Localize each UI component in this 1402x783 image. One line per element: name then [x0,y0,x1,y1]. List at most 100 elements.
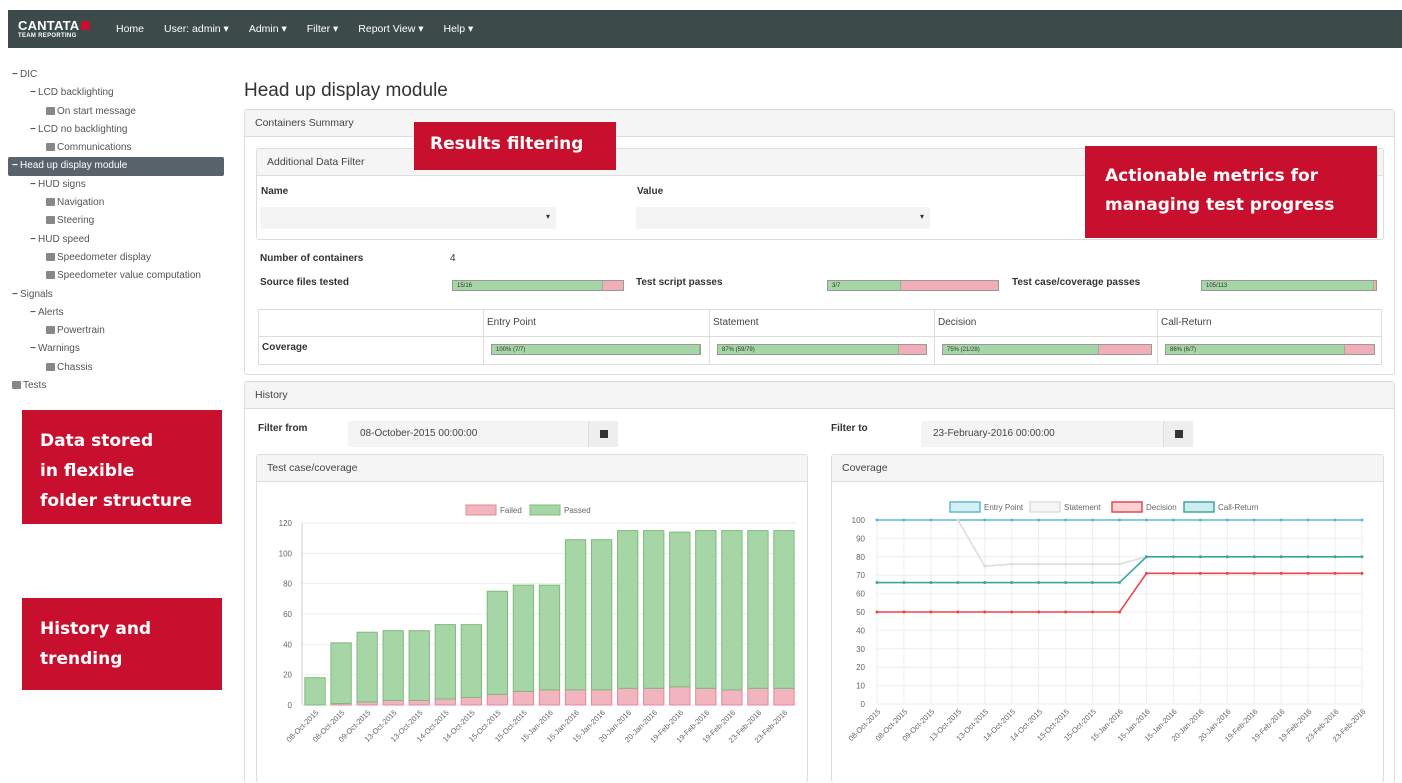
nav-help-menu[interactable]: Help ▾ [444,23,474,35]
coverage-head-statement: Statement [713,317,759,328]
filter-to-input[interactable]: 23-February-2016 00:00:00 [921,421,1163,447]
coverage-entry-point-bar: 100% (7/7) [491,344,701,355]
folder-icon [46,198,55,207]
legend-label: Call-Return [1218,503,1258,512]
filter-to-label: Filter to [831,423,868,434]
collapse-icon[interactable]: − [12,286,20,304]
tree-node[interactable]: − Head up display module [8,157,224,176]
filter-from-label: Filter from [258,423,308,434]
bar-passed [330,642,352,704]
tree-node[interactable]: Speedometer value computation [8,267,224,285]
data-point [1225,518,1229,522]
data-point [1279,518,1283,522]
y-tick-label: 10 [856,682,865,691]
data-point [1252,571,1256,575]
collapse-icon[interactable]: − [30,176,38,194]
value-select[interactable]: ▾ [636,207,930,229]
collapse-icon[interactable]: − [30,231,38,249]
navbar: CANTATA TEAM REPORTING Home User: admin … [8,10,1402,48]
tree-node-label: Communications [57,142,132,154]
coverage-chart-panel: Coverage 0 10 20 30 40 50 60 70 80 90 100 08-Oct-20… [831,454,1384,783]
bar-passed [590,539,613,691]
nav-filter-menu[interactable]: Filter ▾ [307,23,339,35]
collapse-icon[interactable]: − [12,157,20,175]
tree-node[interactable]: − LCD backlighting [8,84,224,102]
coverage-row-label: Coverage [262,342,308,353]
filter-from-input[interactable]: 08-October-2015 00:00:00 [348,421,588,447]
legend-swatch [1183,501,1215,513]
name-label: Name [261,186,289,197]
collapse-icon[interactable]: − [30,84,38,102]
data-point [1198,518,1202,522]
y-tick-label: 40 [283,640,292,649]
calendar-icon [600,430,608,438]
nav-user-menu[interactable]: User: admin ▾ [164,23,229,35]
tree-node[interactable]: − LCD no backlighting [8,121,224,139]
bar-failed [564,689,587,706]
coverage-entry-point-value: 100% (7/7) [492,345,700,354]
tree-node-label: On start message [57,105,136,117]
tree-node-label: Navigation [57,197,105,209]
bar-passed [512,584,535,692]
nav-admin-menu[interactable]: Admin ▾ [249,23,287,35]
tree-node[interactable]: Communications [8,139,224,157]
coverage-col-divider [934,310,935,364]
coverage-head-entry-point: Entry Point [487,317,536,328]
collapse-icon[interactable]: − [30,340,38,358]
collapse-icon[interactable]: − [30,121,38,139]
tree-node-label: Warnings [38,343,80,355]
nav-report-view-menu[interactable]: Report View ▾ [358,23,423,35]
test-script-passed: 3/7 [828,281,902,290]
y-tick-label: 0 [861,700,866,709]
collapse-icon[interactable]: − [30,304,38,322]
nav-home[interactable]: Home [116,23,144,35]
tree-node-label: HUD speed [38,233,90,245]
data-point [1360,571,1364,575]
tree-node[interactable]: − Alerts [8,304,224,322]
bar-failed [512,690,535,706]
name-select[interactable]: ▾ [260,207,556,229]
data-point [1333,571,1337,575]
tree-node[interactable]: − DIC [8,66,224,84]
data-point [1279,571,1283,575]
callout-actionable-metrics: Actionable metrics for managing test pro… [1085,146,1377,238]
data-point [1064,610,1068,614]
coverage-chart-title: Coverage [832,455,1383,482]
tree-node-label: Tests [23,380,47,392]
folder-icon [46,106,55,115]
bar-failed [382,699,404,706]
tree-node[interactable]: − Warnings [8,340,224,358]
filter-from-calendar-button[interactable] [588,421,618,447]
tree-node[interactable]: Speedometer display [8,249,224,267]
filter-to-calendar-button[interactable] [1163,421,1193,447]
tree-node[interactable]: Chassis [8,359,224,377]
tree-node[interactable]: Powertrain [8,322,224,340]
brand-logo[interactable]: CANTATA TEAM REPORTING [8,19,104,39]
bar-passed [669,531,691,688]
chevron-down-icon: ▾ [919,212,924,221]
legend-swatch-failed [465,504,497,516]
legend-swatch-passed [529,504,561,516]
tree-node[interactable]: Steering [8,212,224,230]
collapse-icon[interactable]: − [12,66,20,84]
data-point [1333,555,1337,559]
folder-tree: − DIC − LCD backlighting On start message − LC… [8,66,224,395]
data-point [1091,610,1095,614]
data-point [875,581,879,585]
tree-node-label: Speedometer value computation [57,270,201,282]
data-point [929,581,933,585]
folder-icon [46,252,55,261]
history-title: History [245,382,1394,409]
tree-node[interactable]: − HUD speed [8,231,224,249]
tree-node[interactable]: − HUD signs [8,176,224,194]
tree-node[interactable]: Tests [8,377,224,395]
tree-node[interactable]: − Signals [8,286,224,304]
tree-node-label: Chassis [57,361,93,373]
bar-passed [643,530,665,689]
coverage-head-call-return: Call-Return [1161,317,1212,328]
data-point [1037,581,1041,585]
tree-node[interactable]: Navigation [8,194,224,212]
data-point [956,610,960,614]
tree-node[interactable]: On start message [8,103,224,121]
tree-node-label: Steering [57,215,95,227]
